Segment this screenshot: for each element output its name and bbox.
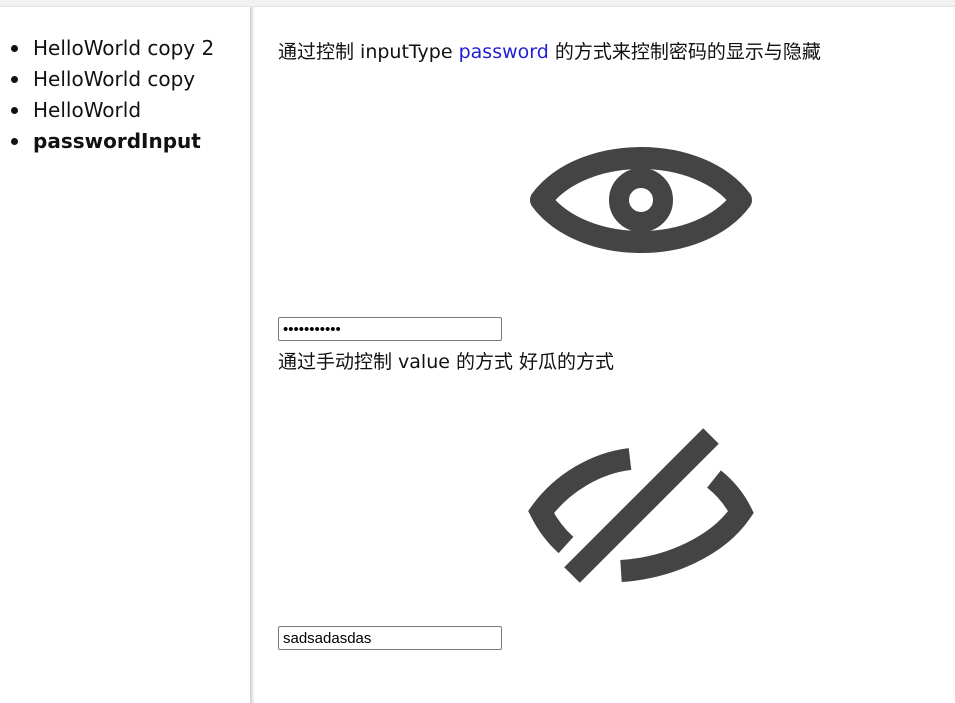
sidebar-divider — [250, 7, 255, 703]
sidebar-item-helloworld[interactable]: HelloWorld — [0, 95, 214, 126]
bullet-icon — [11, 45, 18, 52]
sidebar-item-passwordinput[interactable]: passwordInput — [0, 126, 214, 157]
heading-prefix: 通过控制 inputType — [278, 41, 459, 63]
eye-icon-svg — [530, 147, 752, 253]
bullet-icon — [11, 138, 18, 145]
text-input[interactable] — [278, 626, 502, 650]
heading-link-word: password — [458, 41, 549, 63]
password-input[interactable] — [278, 317, 502, 341]
sidebar: HelloWorld copy 2 HelloWorld copy HelloW… — [0, 7, 250, 703]
eye-icon[interactable] — [528, 131, 754, 269]
top-bar — [0, 0, 955, 7]
bullet-icon — [11, 107, 18, 114]
page-heading: 通过控制 inputType password 的方式来控制密码的显示与隐藏 — [278, 39, 821, 65]
eye-off-icon[interactable] — [528, 428, 754, 588]
sidebar-item-helloworld-copy-2[interactable]: HelloWorld copy 2 — [0, 33, 214, 64]
sidebar-item-label: passwordInput — [33, 129, 201, 153]
heading-suffix: 的方式来控制密码的显示与隐藏 — [548, 41, 821, 63]
section-subheading: 通过手动控制 value 的方式 好瓜的方式 — [278, 351, 615, 373]
sidebar-item-label: HelloWorld — [33, 98, 142, 122]
eye-off-icon-svg — [528, 428, 754, 583]
sidebar-nav: HelloWorld copy 2 HelloWorld copy HelloW… — [0, 33, 214, 157]
sidebar-item-label: HelloWorld copy 2 — [33, 36, 215, 60]
main-content: 通过控制 inputType password 的方式来控制密码的显示与隐藏 通… — [278, 7, 938, 703]
bullet-icon — [11, 76, 18, 83]
sidebar-item-label: HelloWorld copy — [33, 67, 196, 91]
sidebar-item-helloworld-copy[interactable]: HelloWorld copy — [0, 64, 214, 95]
